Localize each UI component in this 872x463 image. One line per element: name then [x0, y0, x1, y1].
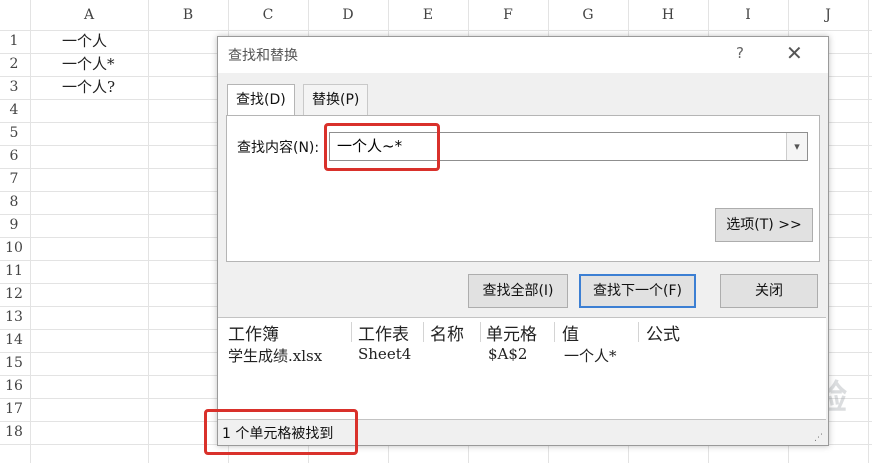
- cell-a1[interactable]: 一个人: [62, 30, 107, 53]
- results-list[interactable]: 工作簿 工作表 名称 单元格 值 公式 学生成绩.xlsx Sheet4 $A$…: [218, 317, 826, 420]
- row-header[interactable]: 14: [0, 329, 28, 352]
- column-header-f[interactable]: F: [468, 0, 548, 30]
- row-header[interactable]: 7: [0, 168, 28, 191]
- row-header[interactable]: 5: [0, 122, 28, 145]
- dialog-titlebar[interactable]: 查找和替换 ? ✕: [218, 37, 828, 73]
- row-header[interactable]: 13: [0, 306, 28, 329]
- row-header[interactable]: 8: [0, 191, 28, 214]
- result-sheet[interactable]: Sheet4: [358, 345, 411, 363]
- row-header[interactable]: 12: [0, 283, 28, 306]
- row-header[interactable]: 16: [0, 375, 28, 398]
- row-header[interactable]: 11: [0, 260, 28, 283]
- row-header[interactable]: 18: [0, 421, 28, 444]
- column-header-d[interactable]: D: [308, 0, 388, 30]
- options-button[interactable]: 选项(T) >>: [715, 208, 813, 242]
- column-header-a[interactable]: A: [30, 0, 148, 30]
- results-header-name[interactable]: 名称: [430, 320, 464, 345]
- results-header-value[interactable]: 值: [562, 320, 579, 345]
- row-header[interactable]: 4: [0, 99, 28, 122]
- row-header[interactable]: 10: [0, 237, 28, 260]
- chevron-down-icon[interactable]: ▾: [786, 133, 807, 160]
- column-header-e[interactable]: E: [388, 0, 468, 30]
- row-header[interactable]: 17: [0, 398, 28, 421]
- row-header[interactable]: 15: [0, 352, 28, 375]
- find-replace-dialog: 查找和替换 ? ✕ 查找(D) 替换(P) 查找内容(N): ▾ 选项(T) >…: [217, 36, 829, 446]
- result-workbook[interactable]: 学生成绩.xlsx: [228, 345, 322, 366]
- dialog-title: 查找和替换: [228, 48, 298, 64]
- find-what-input[interactable]: [333, 134, 781, 157]
- close-icon[interactable]: ✕: [786, 41, 803, 65]
- row-header[interactable]: 6: [0, 145, 28, 168]
- column-header-i[interactable]: I: [708, 0, 788, 30]
- row-header[interactable]: 3: [0, 76, 28, 99]
- result-value[interactable]: 一个人*: [564, 345, 617, 366]
- cell-a3[interactable]: 一个人?: [62, 76, 115, 99]
- tab-find[interactable]: 查找(D): [227, 84, 295, 116]
- row-header[interactable]: 1: [0, 30, 28, 53]
- results-header-sheet[interactable]: 工作表: [358, 320, 409, 345]
- column-header-c[interactable]: C: [228, 0, 308, 30]
- column-header-h[interactable]: H: [628, 0, 708, 30]
- column-header-j[interactable]: J: [788, 0, 868, 30]
- row-header[interactable]: 2: [0, 53, 28, 76]
- result-cell[interactable]: $A$2: [488, 345, 527, 363]
- tab-replace[interactable]: 替换(P): [303, 84, 369, 115]
- row-header[interactable]: 9: [0, 214, 28, 237]
- find-all-button[interactable]: 查找全部(I): [468, 274, 568, 308]
- find-next-button[interactable]: 查找下一个(F): [579, 274, 696, 308]
- find-what-label: 查找内容(N):: [237, 140, 320, 156]
- results-header-workbook[interactable]: 工作簿: [228, 320, 279, 345]
- resize-grip-icon[interactable]: ⋰: [814, 433, 823, 443]
- cell-a2[interactable]: 一个人*: [62, 53, 115, 76]
- column-header-b[interactable]: B: [148, 0, 228, 30]
- results-header-formula[interactable]: 公式: [646, 320, 680, 345]
- column-header-g[interactable]: G: [548, 0, 628, 30]
- status-text: 1 个单元格被找到: [222, 426, 334, 442]
- help-icon[interactable]: ?: [736, 44, 744, 62]
- results-header-cell[interactable]: 单元格: [486, 320, 537, 345]
- close-button[interactable]: 关闭: [720, 274, 818, 308]
- find-what-combo[interactable]: ▾: [329, 132, 808, 161]
